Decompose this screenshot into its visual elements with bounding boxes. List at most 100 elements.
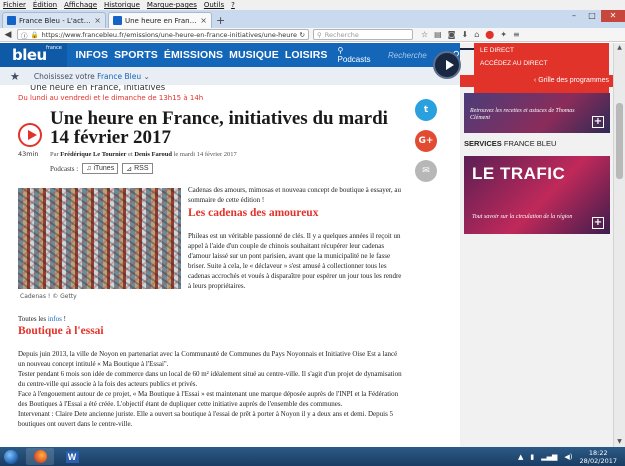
browser-search-placeholder: Recherche [324, 30, 359, 39]
window-close-icon[interactable]: ✕ [601, 10, 625, 22]
menu-outils[interactable]: Outils [204, 1, 224, 9]
menu-edition[interactable]: Édition [33, 1, 57, 9]
maximize-icon[interactable]: □ [583, 10, 601, 22]
logo-small-text: france [46, 45, 62, 51]
live-link[interactable]: ACCÉDEZ AU DIRECT [480, 60, 548, 67]
rss-label: RSS [134, 165, 149, 172]
new-tab-icon[interactable]: + [216, 14, 225, 27]
podcast-row: Podcasts : ♫ iTunes ⊿ RSS [50, 163, 153, 174]
rss-button[interactable]: ⊿ RSS [122, 163, 153, 174]
itunes-button[interactable]: ♫ iTunes [82, 163, 119, 174]
nav-infos[interactable]: INFOS [75, 49, 108, 61]
url-bar[interactable]: ⓘ 🔒 https://www.francebleu.fr/emissions/… [17, 29, 309, 40]
radio-player-button[interactable] [433, 51, 461, 79]
tab-label: France Bleu - L'actualité en... [19, 16, 91, 25]
author-link[interactable]: Frédérique Le Tournier [60, 151, 126, 158]
traffic-tile[interactable]: LE TRAFIC Tout savoir sur la circulation… [464, 156, 610, 234]
browser-search-bar[interactable]: ⚲ Recherche [313, 29, 413, 40]
clock[interactable]: 18:22 28/02/2017 [580, 449, 617, 465]
paragraph-cadenas: Phileas est un véritable passionné de cl… [188, 232, 402, 290]
network-icon[interactable]: ▮ [530, 453, 534, 461]
windows-orb-icon [4, 449, 18, 464]
chooser-station: France Bleu [97, 71, 142, 81]
taskbar-word[interactable]: W [58, 448, 86, 465]
taskbar-firefox[interactable] [26, 448, 54, 465]
download-icon[interactable]: ⬇ [462, 30, 469, 39]
search-icon: ⚲ [317, 30, 322, 39]
addon-icon[interactable]: ⬤ [485, 30, 494, 39]
logo-big-text: bleu [12, 46, 47, 64]
by-prefix: Par [50, 151, 59, 158]
article-intro: Cadenas des amours, mimosas et nouveau c… [188, 186, 401, 204]
nav-podcasts[interactable]: ⚲ Podcasts [338, 46, 376, 64]
site-header: france bleu INFOS SPORTS ÉMISSIONS MUSIQ… [0, 43, 460, 67]
start-button[interactable] [0, 447, 22, 466]
recipes-tile[interactable]: Retrouvez les recettes et astuces de Tho… [464, 93, 610, 133]
bookmark-star-icon[interactable]: ☆ [421, 30, 428, 39]
nav-emissions[interactable]: ÉMISSIONS [164, 49, 223, 61]
chooser-prefix: Choisissez votre [33, 71, 95, 81]
heading-boutique: Boutique à l'essai [18, 325, 104, 337]
music-note-icon: ♫ [86, 165, 92, 172]
system-tray: ▲ ▮ ▂▄▆ ◀) 18:22 28/02/2017 [518, 449, 625, 465]
reading-list-icon[interactable]: ▤ [434, 30, 442, 39]
recipes-text: Retrouvez les recettes et astuces de Tho… [470, 108, 575, 121]
plus-icon[interactable]: + [592, 116, 604, 128]
tray-arrow-icon[interactable]: ▲ [518, 453, 523, 461]
mail-share-icon[interactable]: ✉ [415, 160, 437, 182]
schedule-grid-button[interactable]: ‹ Grille des programmes [460, 75, 615, 87]
minimize-icon[interactable]: – [565, 10, 583, 22]
signal-icon[interactable]: ▂▄▆ [541, 453, 557, 461]
padlocks-photo[interactable] [18, 188, 181, 289]
sync-icon[interactable]: ✦ [500, 30, 507, 39]
hamburger-menu-icon[interactable]: ≡ [513, 30, 520, 39]
nav-podcasts-label: Podcasts [337, 55, 371, 64]
menu-help[interactable]: ? [231, 1, 235, 9]
scroll-up-icon[interactable]: ▲ [614, 43, 625, 53]
author-link[interactable]: Denis Faroud [134, 151, 172, 158]
main-nav: INFOS SPORTS ÉMISSIONS MUSIQUE LOISIRS [67, 49, 327, 61]
back-icon[interactable]: ◀ [3, 30, 13, 40]
menu-affichage[interactable]: Affichage [64, 1, 97, 9]
chevron-down-icon: ⌄ [143, 71, 150, 81]
infos-link[interactable]: infos [48, 315, 62, 323]
tab-une-heure-en-france[interactable]: Une heure en France, initia... × [108, 12, 212, 28]
menu-marque-pages[interactable]: Marque-pages [147, 1, 197, 9]
tab-france-bleu[interactable]: France Bleu - L'actualité en... × [2, 12, 106, 28]
gplus-share-icon[interactable]: G+ [415, 130, 437, 152]
photo-caption: Cadenas ! © Getty [20, 293, 77, 300]
by-and: et [128, 151, 133, 158]
page-scrollbar[interactable]: ▲ ▼ [613, 43, 625, 447]
scroll-thumb[interactable] [616, 103, 623, 179]
menu-bar: Fichier Édition Affichage Historique Mar… [0, 0, 625, 10]
reload-icon[interactable]: ↻ [300, 31, 305, 39]
menu-fichier[interactable]: Fichier [3, 1, 26, 9]
france-bleu-logo[interactable]: france bleu [0, 43, 68, 67]
info-icon[interactable]: ⓘ [21, 30, 28, 40]
menu-historique[interactable]: Historique [104, 1, 140, 9]
taskbar: W ▲ ▮ ▂▄▆ ◀) 18:22 28/02/2017 [0, 447, 625, 466]
infos-suffix: ! [63, 315, 66, 323]
scroll-down-icon[interactable]: ▼ [614, 437, 625, 447]
close-tab-icon[interactable]: × [200, 16, 207, 25]
site-search-input[interactable]: Recherche [388, 51, 427, 60]
plus-icon[interactable]: + [592, 217, 604, 229]
volume-icon[interactable]: ◀) [564, 453, 572, 461]
station-chooser-bar: ★ Choisissez votre France Bleu ⌄ [0, 67, 460, 85]
close-tab-icon[interactable]: × [94, 16, 101, 25]
twitter-share-icon[interactable]: t [415, 99, 437, 121]
services-heading: SERVICES FRANCE BLEU [464, 139, 556, 148]
url-text: https://www.francebleu.fr/emissions/une-… [41, 30, 297, 39]
play-button[interactable] [18, 123, 42, 147]
pocket-icon[interactable]: ◙ [448, 30, 456, 39]
firefox-icon [33, 450, 47, 463]
station-chooser[interactable]: Choisissez votre France Bleu ⌄ [34, 72, 150, 81]
clock-date: 28/02/2017 [579, 456, 617, 465]
star-icon[interactable]: ★ [10, 70, 20, 83]
rss-icon: ⊿ [126, 165, 133, 173]
home-icon[interactable]: ⌂ [474, 30, 479, 39]
favicon-icon [113, 16, 122, 25]
nav-musique[interactable]: MUSIQUE [229, 49, 279, 61]
nav-sports[interactable]: SPORTS [114, 49, 158, 61]
nav-loisirs[interactable]: LOISIRS [285, 49, 328, 61]
